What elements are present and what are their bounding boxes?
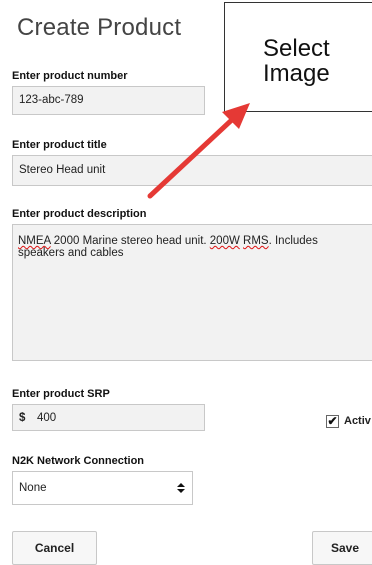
save-button[interactable]: Save	[312, 531, 372, 565]
select-image-label: Select Image	[263, 35, 330, 87]
n2k-selected-value: None	[19, 482, 47, 494]
product-title-label: Enter product title	[12, 139, 107, 151]
desc-part-1: 2000 Marine stereo head unit.	[50, 235, 210, 247]
active-checkbox[interactable]: ✔	[326, 415, 339, 428]
product-srp-input[interactable]: $ 400	[12, 404, 205, 431]
currency-symbol: $	[19, 412, 26, 424]
n2k-select[interactable]: None	[12, 471, 193, 505]
product-description-label: Enter product description	[12, 208, 147, 220]
product-title-value: Stereo Head unit	[19, 164, 106, 176]
active-label: Activ	[344, 415, 371, 427]
check-icon: ✔	[327, 414, 338, 428]
select-image-box[interactable]: Select Image	[224, 2, 372, 112]
desc-part-2: 200W	[209, 235, 240, 247]
product-number-label: Enter product number	[12, 70, 128, 82]
updown-chevron-icon	[177, 483, 185, 493]
product-srp-value: 400	[37, 412, 57, 424]
desc-part-0: NMEA	[18, 235, 51, 247]
product-srp-label: Enter product SRP	[12, 388, 110, 400]
product-number-input[interactable]: 123-abc-789	[12, 86, 205, 115]
product-title-input[interactable]: Stereo Head unit	[12, 155, 372, 186]
product-number-value: 123-abc-789	[19, 94, 84, 106]
product-description-textarea[interactable]: NMEA 2000 Marine stereo head unit. 200W …	[12, 224, 372, 361]
desc-part-4: RMS	[243, 235, 269, 247]
product-description-value: NMEA 2000 Marine stereo head unit. 200W …	[18, 235, 343, 259]
n2k-label: N2K Network Connection	[12, 455, 145, 467]
cancel-button[interactable]: Cancel	[12, 531, 97, 565]
page-title: Create Product	[17, 14, 182, 41]
